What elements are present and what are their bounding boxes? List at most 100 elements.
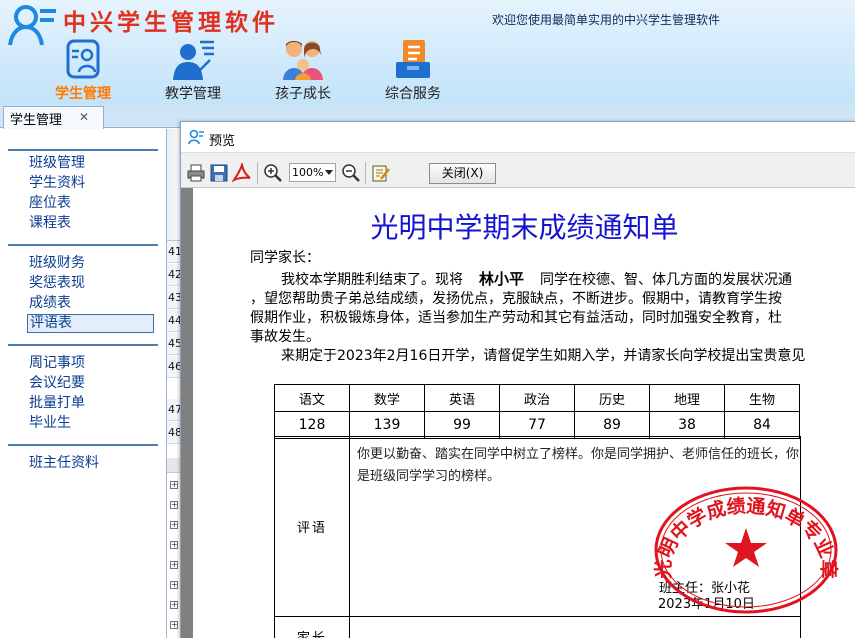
parent-label: 家长 (274, 616, 350, 638)
pdf-export-icon[interactable] (232, 163, 252, 183)
subject-cell: 政治 (499, 384, 575, 412)
subject-cell: 英语 (424, 384, 500, 412)
grades-table: 语文 数学 英语 政治 历史 地理 生物 128 139 99 77 89 38… (274, 384, 800, 439)
nav-child-growth[interactable]: 孩子成长 (266, 38, 340, 102)
expand-icon[interactable]: + (167, 579, 181, 594)
salutation: 同学家长： (250, 250, 320, 266)
teacher-icon (173, 40, 214, 80)
sidebar-item-class-finance[interactable]: 班级财务 (27, 254, 154, 273)
grid-row-number[interactable]: 45 (167, 333, 181, 355)
expand-icon[interactable]: + (167, 519, 181, 534)
sidebar-item-class-management[interactable]: 班级管理 (27, 154, 154, 173)
app-logo-icon (188, 129, 204, 144)
close-icon[interactable]: ✕ (79, 110, 89, 124)
score-cell: 139 (349, 411, 425, 439)
close-button[interactable]: 关闭(X) (429, 163, 496, 184)
app-title: 中兴学生管理软件 (63, 9, 279, 36)
score-cell: 77 (499, 411, 575, 439)
grid-row-number[interactable]: 41 (167, 241, 181, 263)
expand-icon[interactable]: + (167, 479, 181, 494)
comment-label: 评语 (274, 436, 350, 617)
student-name: 林小平 (479, 270, 525, 288)
paragraph-line-1: 我校本学期胜利结束了。现将 林小平 同学在校德、智、体几方面的发展状况通 (281, 270, 792, 290)
student-card-icon (66, 39, 100, 79)
grid-row-number[interactable]: 44 (167, 310, 181, 332)
family-icon (283, 41, 323, 80)
grid-row-number[interactable]: 48 (167, 422, 181, 444)
zoom-out-icon[interactable] (341, 163, 361, 183)
nav-student-management[interactable]: 学生管理 (46, 38, 120, 102)
expand-icon[interactable]: + (167, 539, 181, 554)
zoom-in-icon[interactable] (263, 163, 283, 183)
score-cell: 38 (649, 411, 725, 439)
report-page: 光明中学期末成绩通知单 同学家长： 我校本学期胜利结束了。现将 林小平 同学在校德、… (193, 188, 855, 638)
sidebar-item-meeting-minutes[interactable]: 会议纪要 (27, 374, 154, 393)
expand-icon[interactable]: + (167, 599, 181, 614)
background-data-grid: 41 42 43 44 45 46 47 48 + + + + + + + + (167, 129, 181, 638)
parent-cell (349, 616, 801, 638)
score-cell: 99 (424, 411, 500, 439)
edit-icon[interactable] (371, 163, 391, 183)
sidebar-item-head-teacher-info[interactable]: 班主任资料 (27, 454, 154, 473)
welcome-text: 欢迎您使用最简单实用的中兴学生管理软件 (492, 13, 721, 27)
grades-header-row: 语文 数学 英语 政治 历史 地理 生物 (274, 384, 800, 412)
sidebar-item-seating-chart[interactable]: 座位表 (27, 194, 154, 213)
services-icon (396, 40, 430, 78)
preview-titlebar[interactable]: 预览 (181, 122, 855, 153)
grid-row-number[interactable]: 47 (167, 399, 181, 421)
paragraph-line-3: 假期作业，积极锻炼身体，适当参加生产劳动和其它有益活动，同时加强安全教育，杜 (250, 310, 782, 326)
paragraph-text: 同学在校德、智、体几方面的发展状况通 (540, 272, 793, 288)
grid-header (167, 129, 181, 241)
preview-window: 预览 100% 关闭(X) 光明中学期末成绩通知单 同学家长： 我校本学期胜利结… (180, 121, 855, 638)
sidebar-item-rewards-discipline[interactable]: 奖惩表现 (27, 274, 154, 293)
score-cell: 128 (274, 411, 350, 439)
expand-icon[interactable]: + (167, 499, 181, 514)
preview-toolbar: 100% 关闭(X) (181, 153, 855, 188)
parent-row: 家长 (274, 616, 801, 638)
sidebar-divider (8, 244, 158, 246)
toolbar-separator (257, 162, 258, 184)
sidebar-divider (8, 444, 158, 446)
nav-integrated-services[interactable]: 综合服务 (376, 38, 450, 102)
grid-row-number[interactable]: 42 (167, 264, 181, 286)
nav-label: 孩子成长 (275, 86, 331, 102)
score-cell: 84 (724, 411, 800, 439)
sidebar-item-weekly-journal[interactable]: 周记事项 (27, 354, 154, 373)
grid-row-number[interactable]: 46 (167, 356, 181, 378)
sidebar-divider (8, 344, 158, 346)
zoom-select[interactable]: 100% (289, 163, 336, 182)
paragraph-line-4: 事故发生。 (250, 329, 320, 345)
preview-canvas[interactable]: 光明中学期末成绩通知单 同学家长： 我校本学期胜利结束了。现将 林小平 同学在校德、… (181, 188, 855, 638)
subject-cell: 生物 (724, 384, 800, 412)
sidebar-divider (8, 149, 158, 151)
grid-group-header (167, 458, 181, 473)
sidebar-item-timetable[interactable]: 课程表 (27, 214, 154, 233)
score-cell: 89 (574, 411, 650, 439)
nav-label: 学生管理 (55, 86, 111, 102)
save-icon[interactable] (209, 163, 229, 183)
subject-cell: 数学 (349, 384, 425, 412)
tab-student-management[interactable]: 学生管理 ✕ (3, 106, 104, 129)
expand-icon[interactable]: + (167, 619, 181, 634)
app-header: 中兴学生管理软件 欢迎您使用最简单实用的中兴学生管理软件 学生管理 教学管理 孩… (0, 0, 855, 105)
print-icon[interactable] (186, 163, 206, 183)
sidebar-item-student-info[interactable]: 学生资料 (27, 174, 154, 193)
subject-cell: 语文 (274, 384, 350, 412)
sidebar-item-grade-sheet[interactable]: 成绩表 (27, 294, 154, 313)
nav-teaching-management[interactable]: 教学管理 (156, 38, 230, 102)
tab-label: 学生管理 (10, 113, 63, 128)
nav-label: 教学管理 (165, 86, 221, 102)
subject-cell: 历史 (574, 384, 650, 412)
grid-row-number[interactable]: 43 (167, 287, 181, 309)
expand-icon[interactable]: + (167, 559, 181, 574)
official-seal-stamp: 光明中学成绩通知单专业章 (652, 486, 840, 614)
sidebar: 班级管理 学生资料 座位表 课程表 班级财务 奖惩表现 成绩表 评语表 周记事项… (0, 129, 167, 638)
grades-score-row: 128 139 99 77 89 38 84 (274, 411, 800, 439)
sidebar-item-graduates[interactable]: 毕业生 (27, 414, 154, 433)
paragraph-line-2: ，望您帮助贵子弟总结成绩，发扬优点，克服缺点，不断进步。假期中，请教育学生按 (250, 291, 782, 307)
sidebar-item-comment-sheet[interactable]: 评语表 (27, 314, 154, 333)
sidebar-item-batch-print[interactable]: 批量打单 (27, 394, 154, 413)
nav-label: 综合服务 (385, 86, 441, 102)
zoom-value: 100% (292, 166, 324, 179)
document-title: 光明中学期末成绩通知单 (370, 211, 679, 244)
